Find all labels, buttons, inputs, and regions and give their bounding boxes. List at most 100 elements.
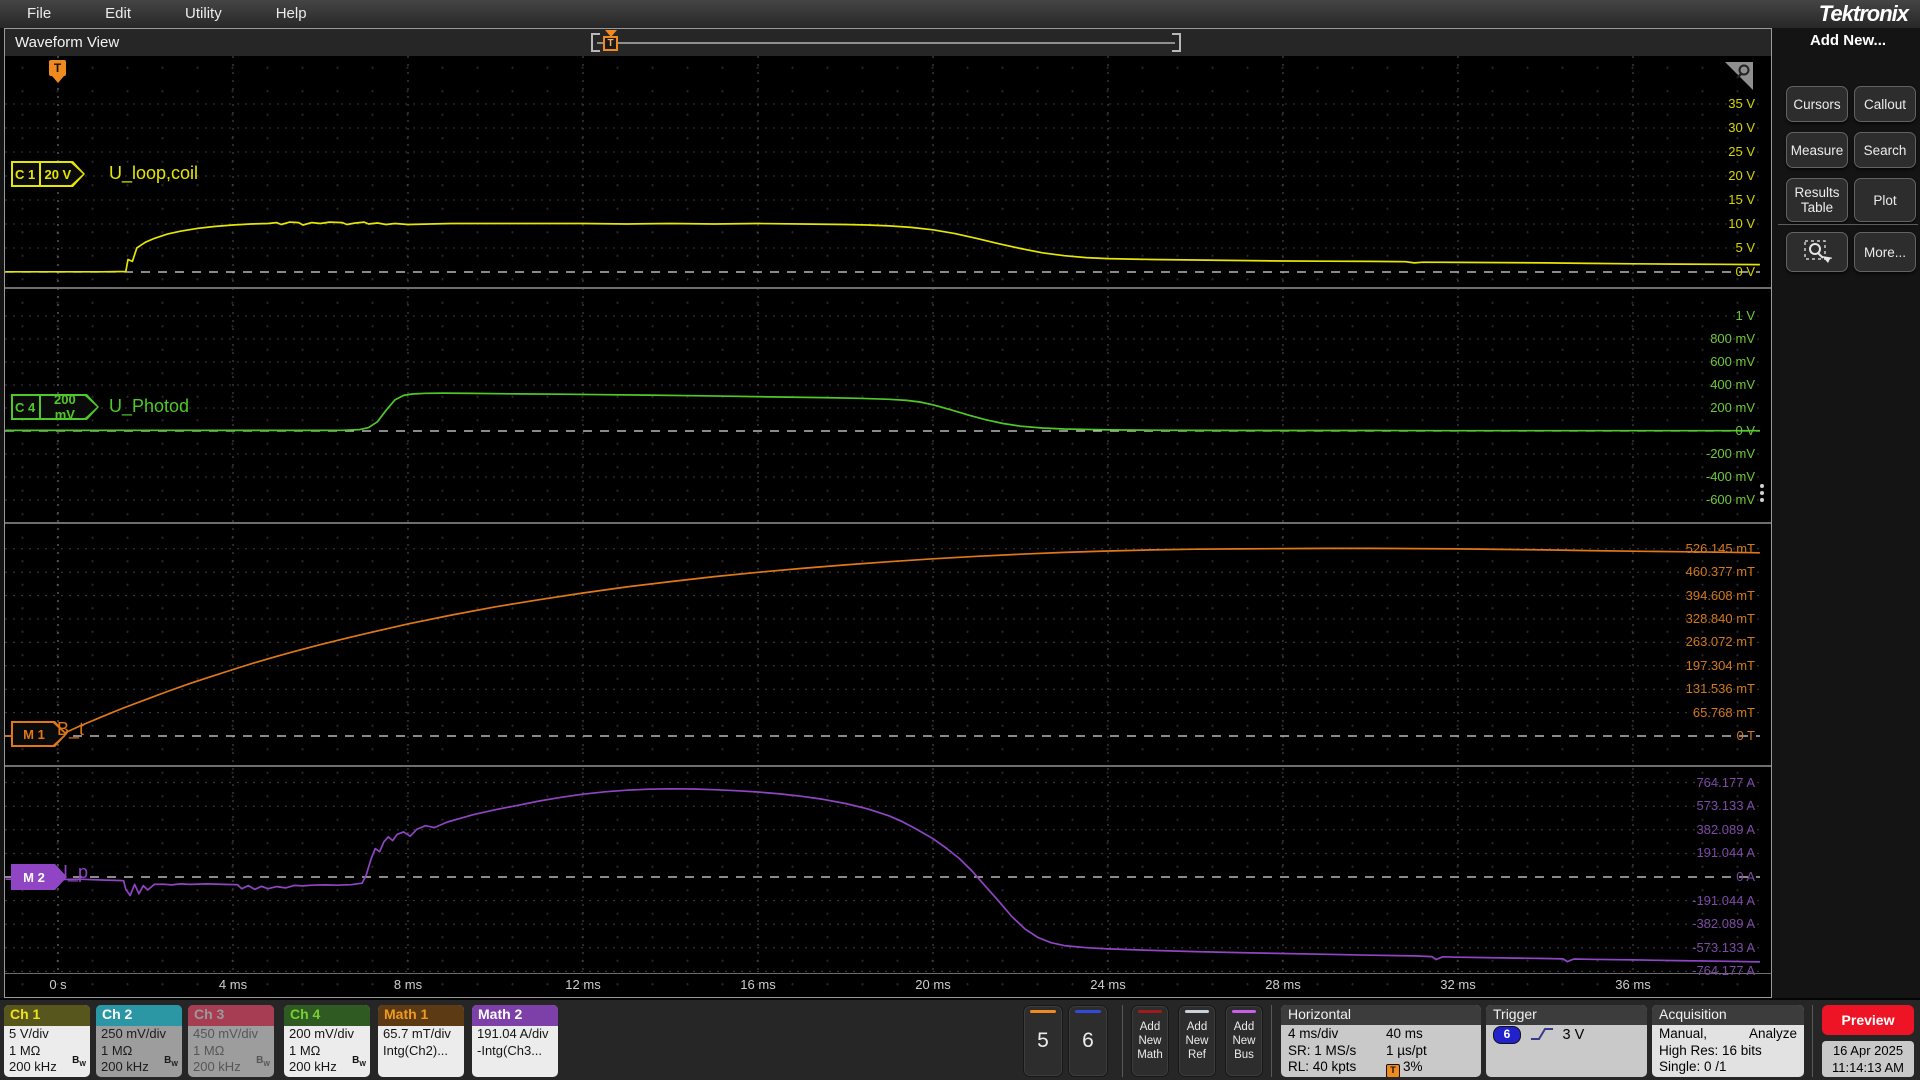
horizontal-record-length: RL: 40 kpts bbox=[1288, 1059, 1357, 1074]
channel-settings-badge-math2[interactable]: Math 2 191.04 A/div -Intg(Ch3... bbox=[472, 1005, 558, 1077]
overview-right-bracket[interactable] bbox=[1172, 33, 1181, 52]
axis-tick-label: 65.768 mT bbox=[1692, 704, 1755, 720]
horizontal-resolution: 1 µs/pt bbox=[1386, 1042, 1427, 1058]
menu-item-utility[interactable]: Utility bbox=[158, 0, 249, 28]
add-new-header: Add New... bbox=[1809, 32, 1887, 49]
preview-button[interactable]: Preview bbox=[1822, 1005, 1914, 1035]
acquisition-panel[interactable]: Acquisition Manual, Analyze High Res: 16… bbox=[1652, 1005, 1804, 1077]
trace-b-t[interactable] bbox=[5, 547, 1760, 737]
view-title: Waveform View bbox=[15, 34, 120, 51]
channel-settings-badge-math1[interactable]: Math 1 65.7 mT/div Intg(Ch2)... bbox=[378, 1005, 464, 1077]
horizontal-duration: 40 ms bbox=[1386, 1026, 1423, 1041]
datetime-display: 16 Apr 2025 11:14:13 AM bbox=[1822, 1041, 1914, 1077]
zoom-select-icon[interactable] bbox=[1786, 232, 1848, 272]
time-tick-label: 4 ms bbox=[218, 977, 248, 992]
acquisition-resolution: High Res: 16 bits bbox=[1659, 1042, 1762, 1058]
menu-item-help[interactable]: Help bbox=[249, 0, 334, 28]
time-tick-label: 32 ms bbox=[1440, 977, 1476, 992]
channel-color-stripe bbox=[1075, 1010, 1101, 1013]
time-tick-label: 12 ms bbox=[565, 977, 601, 992]
channel-settings-badge-ch2[interactable]: Ch 2 250 mV/div 1 MΩ 200 kHz BW bbox=[96, 1005, 182, 1077]
add-new-ref-button[interactable]: Add New Ref bbox=[1178, 1005, 1216, 1077]
trigger-point-icon bbox=[52, 76, 64, 83]
horizontal-scale: 4 ms/div bbox=[1288, 1026, 1339, 1041]
axis-tick-label: 10 V bbox=[1728, 216, 1755, 231]
axis-tick-label: -400 mV bbox=[1705, 469, 1755, 484]
channel-badge-c1[interactable]: C 1 20 V bbox=[11, 161, 85, 187]
axis-tick-label: 197.304 mT bbox=[1685, 657, 1755, 673]
menu-items: File Edit Utility Help bbox=[0, 0, 334, 28]
add-new-math-button[interactable]: Add New Math bbox=[1131, 1005, 1169, 1077]
sidebar-button-measure[interactable]: Measure bbox=[1786, 132, 1848, 168]
badge-text: M 2 bbox=[23, 869, 45, 885]
badge-settings: 450 mV/div 1 MΩ 200 kHz BW bbox=[193, 1026, 270, 1074]
time-tick-label: 36 ms bbox=[1615, 977, 1651, 992]
badge-settings: 65.7 mT/div Intg(Ch2)... bbox=[383, 1026, 451, 1058]
axis-tick-label: 131.536 mT bbox=[1685, 681, 1755, 697]
badge-settings: 5 V/div 1 MΩ 200 kHz BW bbox=[9, 1026, 86, 1074]
badge-settings: 191.04 A/div -Intg(Ch3... bbox=[477, 1026, 549, 1058]
overview-left-bracket[interactable] bbox=[591, 33, 600, 52]
channel-button-6[interactable]: 6 bbox=[1068, 1005, 1108, 1077]
axis-tick-label: 200 mV bbox=[1710, 400, 1755, 415]
sidebar-button-cursors[interactable]: Cursors bbox=[1786, 86, 1848, 122]
channel-badge-m2[interactable]: M 2 bbox=[11, 864, 67, 890]
axis-tick-label: 0 T bbox=[1736, 728, 1755, 743]
channel-settings-badge-ch3[interactable]: Ch 3 450 mV/div 1 MΩ 200 kHz BW bbox=[188, 1005, 274, 1077]
trigger-indicator-flag[interactable]: T bbox=[49, 60, 67, 83]
sidebar-button-results-table[interactable]: Results Table bbox=[1786, 178, 1848, 222]
menu-item-file[interactable]: File bbox=[0, 0, 78, 28]
horizontal-panel[interactable]: Horizontal 4 ms/div 40 ms SR: 1 MS/s 1 µ… bbox=[1281, 1005, 1481, 1077]
waveform-plot-area[interactable]: T 35 V 30 V 25 V 20 V 15 V 10 V 5 V 0 V 1 V 800 m… bbox=[5, 56, 1771, 997]
sidebar-button-search[interactable]: Search bbox=[1854, 132, 1916, 168]
channel-badge-c4[interactable]: C 4 200 mV bbox=[11, 392, 99, 422]
axis-tick-label: 382.089 A bbox=[1696, 821, 1755, 837]
acquisition-single: Single: 0 /1 bbox=[1659, 1059, 1727, 1074]
horizontal-panel-title: Horizontal bbox=[1281, 1005, 1481, 1025]
trigger-position-marker[interactable]: T bbox=[603, 30, 618, 54]
trigger-t-icon: T bbox=[49, 60, 66, 76]
horizontal-trigger-position: T 3% bbox=[1386, 1059, 1474, 1077]
time-tick-label: 24 ms bbox=[1090, 977, 1126, 992]
trigger-panel[interactable]: Trigger 6 3 V bbox=[1486, 1005, 1647, 1077]
time-tick-label: 16 ms bbox=[740, 977, 776, 992]
axis-tick-label: 263.072 mT bbox=[1685, 634, 1755, 650]
badge-text: M 1 bbox=[23, 726, 45, 742]
channel-button-5[interactable]: 5 bbox=[1023, 1005, 1063, 1077]
time-tick-label: 0 s bbox=[49, 977, 67, 992]
axis-tick-label: 526.145 mT bbox=[1685, 540, 1755, 556]
axis-tick-label: 0 V bbox=[1735, 264, 1755, 279]
waveform-canvas[interactable] bbox=[5, 56, 1771, 974]
sidebar-button-more[interactable]: More... bbox=[1854, 232, 1916, 272]
add-new-bus-button[interactable]: Add New Bus bbox=[1225, 1005, 1263, 1077]
axis-tick-label: 460.377 mT bbox=[1685, 564, 1755, 580]
sidebar-button-callout[interactable]: Callout bbox=[1854, 86, 1916, 122]
channel-settings-badge-ch4[interactable]: Ch 4 200 mV/div 1 MΩ 200 kHz BW bbox=[284, 1005, 370, 1077]
divider bbox=[1122, 1005, 1123, 1077]
badge-settings: 250 mV/div 1 MΩ 200 kHz BW bbox=[101, 1026, 178, 1074]
panel-drag-handle[interactable] bbox=[1760, 481, 1766, 505]
settings-bar: Ch 15 V/div 1 MΩ 200 kHz BW Ch 2 250 mV/div 1 … bbox=[0, 998, 1920, 1080]
axis-tick-label: 1 V bbox=[1735, 308, 1755, 323]
divider bbox=[1812, 1005, 1813, 1077]
menu-item-edit[interactable]: Edit bbox=[78, 0, 158, 28]
horizontal-sample-rate: SR: 1 MS/s bbox=[1288, 1042, 1357, 1058]
bandwidth-limit-icon: BW bbox=[352, 1054, 366, 1068]
channel-settings-badge-ch1[interactable]: Ch 15 V/div 1 MΩ 200 kHz BW bbox=[4, 1005, 90, 1077]
axis-tick-label: -573.133 A bbox=[1692, 939, 1755, 955]
time-tick-label: 28 ms bbox=[1265, 977, 1301, 992]
trace-i-p[interactable] bbox=[5, 787, 1760, 963]
trace-name-label: I_p bbox=[63, 862, 89, 882]
zoom-corner-icon[interactable] bbox=[1723, 62, 1753, 92]
time-tick-label: 8 ms bbox=[393, 977, 423, 992]
badge-title: Ch 1 bbox=[4, 1005, 90, 1026]
button-color-stripe bbox=[1138, 1010, 1162, 1013]
acquisition-panel-title: Acquisition bbox=[1652, 1005, 1804, 1025]
axis-tick-label: -191.044 A bbox=[1692, 892, 1755, 908]
sidebar-divider bbox=[1778, 224, 1918, 225]
sidebar-button-plot[interactable]: Plot bbox=[1854, 178, 1916, 222]
axis-tick-label: 35 V bbox=[1728, 96, 1755, 111]
trace-u-photod[interactable] bbox=[5, 392, 1760, 432]
trace-u-loop-coil[interactable] bbox=[5, 221, 1760, 273]
horizontal-overview-bar[interactable]: T bbox=[591, 30, 1181, 54]
